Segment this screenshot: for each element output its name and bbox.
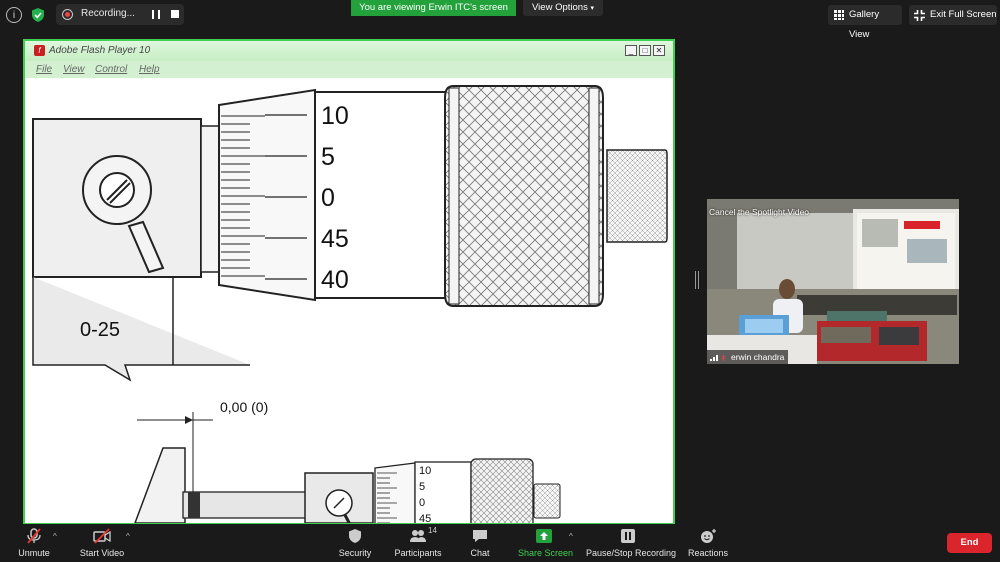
small-scale-5: 5: [419, 481, 425, 493]
large-scale-0: 0: [321, 184, 335, 212]
menu-control[interactable]: Control: [95, 64, 127, 75]
exit-full-screen-button[interactable]: Exit Full Screen: [909, 5, 997, 25]
pause-recording-icon[interactable]: [152, 10, 160, 19]
unmute-label: Unmute: [18, 548, 50, 558]
video-off-icon: [93, 528, 111, 544]
recording-indicator: Recording...: [56, 4, 184, 25]
large-scale-5: 5: [321, 143, 335, 171]
reactions-button[interactable]: Reactions: [688, 524, 728, 562]
zoom-meeting-window: i Recording... You are viewing Erwin ITC…: [0, 0, 1000, 562]
participants-icon: [410, 530, 426, 542]
end-meeting-button[interactable]: End: [947, 533, 992, 553]
muted-mic-icon: ǂ: [721, 353, 727, 363]
chat-button[interactable]: Chat: [466, 524, 494, 562]
menu-view[interactable]: View: [63, 64, 85, 75]
pause-stop-recording-label: Pause/Stop Recording: [586, 548, 677, 558]
pause-stop-icon: [621, 529, 635, 543]
flash-title-bar: f Adobe Flash Player 10 _ □ ✕: [25, 41, 673, 61]
mic-muted-icon: [27, 528, 41, 544]
panel-resize-handle[interactable]: [695, 271, 699, 289]
menu-help[interactable]: Help: [139, 64, 160, 75]
flash-logo-icon: f: [34, 45, 45, 56]
unmute-button[interactable]: Unmute: [12, 524, 56, 562]
chat-label: Chat: [470, 548, 490, 558]
gallery-view-button[interactable]: Gallery View: [828, 5, 902, 40]
exit-fullscreen-icon: [914, 10, 925, 21]
maximize-button[interactable]: □: [639, 45, 651, 56]
menu-file[interactable]: File: [36, 64, 52, 75]
small-scale-10: 10: [419, 465, 431, 477]
video-options-chevron-icon[interactable]: ^: [126, 532, 130, 541]
top-bar: i Recording... You are viewing Erwin ITC…: [0, 0, 1000, 40]
share-screen-icon: [536, 529, 552, 543]
small-scale-0: 0: [419, 497, 425, 509]
participants-label: Participants: [394, 548, 442, 558]
security-button[interactable]: Security: [336, 524, 374, 562]
gallery-view-label: Gallery View: [849, 9, 880, 40]
participant-name: erwin chandra: [731, 352, 785, 362]
signal-bars-icon: [710, 353, 719, 361]
shield-check-icon[interactable]: [30, 7, 46, 23]
recording-icon: [62, 9, 73, 20]
smiley-plus-icon: [701, 529, 716, 543]
info-icon[interactable]: i: [6, 7, 22, 23]
small-reading-label: 0,00 (0): [220, 399, 268, 415]
micrometer-diagram: 0-25 10 5 0 45 40 0,00 (0) 10 5 0 45: [32, 85, 668, 523]
start-video-button[interactable]: Start Video: [76, 524, 128, 562]
recording-label: Recording...: [81, 8, 135, 19]
participant-video-feed: [707, 199, 959, 364]
large-scale-45: 45: [321, 225, 349, 253]
spotlight-video[interactable]: Cancel the Spotlight Video ǂ erwin chand…: [707, 199, 959, 364]
stop-recording-icon[interactable]: [171, 10, 179, 18]
audio-options-chevron-icon[interactable]: ^: [53, 532, 57, 541]
start-video-label: Start Video: [79, 548, 125, 558]
micrometer-animation-canvas[interactable]: 0-25 10 5 0 45 40 0,00 (0) 10 5 0 45: [25, 78, 673, 523]
participant-name-tag: ǂ erwin chandra: [707, 350, 789, 364]
view-options-label: View Options: [532, 2, 588, 13]
small-scale-45: 45: [419, 513, 431, 523]
shield-icon: [349, 529, 361, 543]
small-micrometer: 0,00 (0) 0-25: [134, 399, 561, 523]
share-screen-button[interactable]: Share Screen: [518, 524, 574, 562]
participants-count: 14: [428, 526, 437, 535]
large-micrometer: 0-25 10 5 0 45 40: [32, 85, 668, 382]
large-scale-10: 10: [321, 102, 349, 130]
meeting-toolbar: Unmute ^ Start Video ^ Security 14 Parti…: [0, 524, 1000, 562]
pause-stop-recording-button[interactable]: Pause/Stop Recording: [586, 524, 677, 562]
exit-full-screen-label: Exit Full Screen: [930, 9, 997, 20]
cancel-spotlight-button[interactable]: Cancel the Spotlight Video: [709, 207, 809, 217]
view-options-button[interactable]: View Options ▾: [523, 0, 603, 16]
viewing-screen-banner: You are viewing Erwin ITC's screen: [351, 0, 516, 16]
minimize-button[interactable]: _: [625, 45, 637, 56]
flash-window-title: Adobe Flash Player 10: [49, 45, 151, 56]
security-label: Security: [338, 548, 372, 558]
share-options-chevron-icon[interactable]: ^: [569, 532, 573, 541]
participants-button[interactable]: 14 Participants: [392, 524, 444, 562]
large-frame-label: 0-25: [80, 319, 120, 341]
flash-menu-bar: File View Control Help: [25, 61, 673, 78]
share-screen-label: Share Screen: [518, 548, 574, 558]
chevron-down-icon: ▾: [590, 5, 594, 12]
large-scale-40: 40: [321, 266, 349, 294]
reactions-label: Reactions: [688, 548, 729, 558]
shared-screen: f Adobe Flash Player 10 _ □ ✕ File View …: [23, 39, 675, 525]
chat-bubble-icon: [473, 530, 487, 542]
close-button[interactable]: ✕: [653, 45, 665, 56]
grid-icon: [834, 10, 844, 20]
